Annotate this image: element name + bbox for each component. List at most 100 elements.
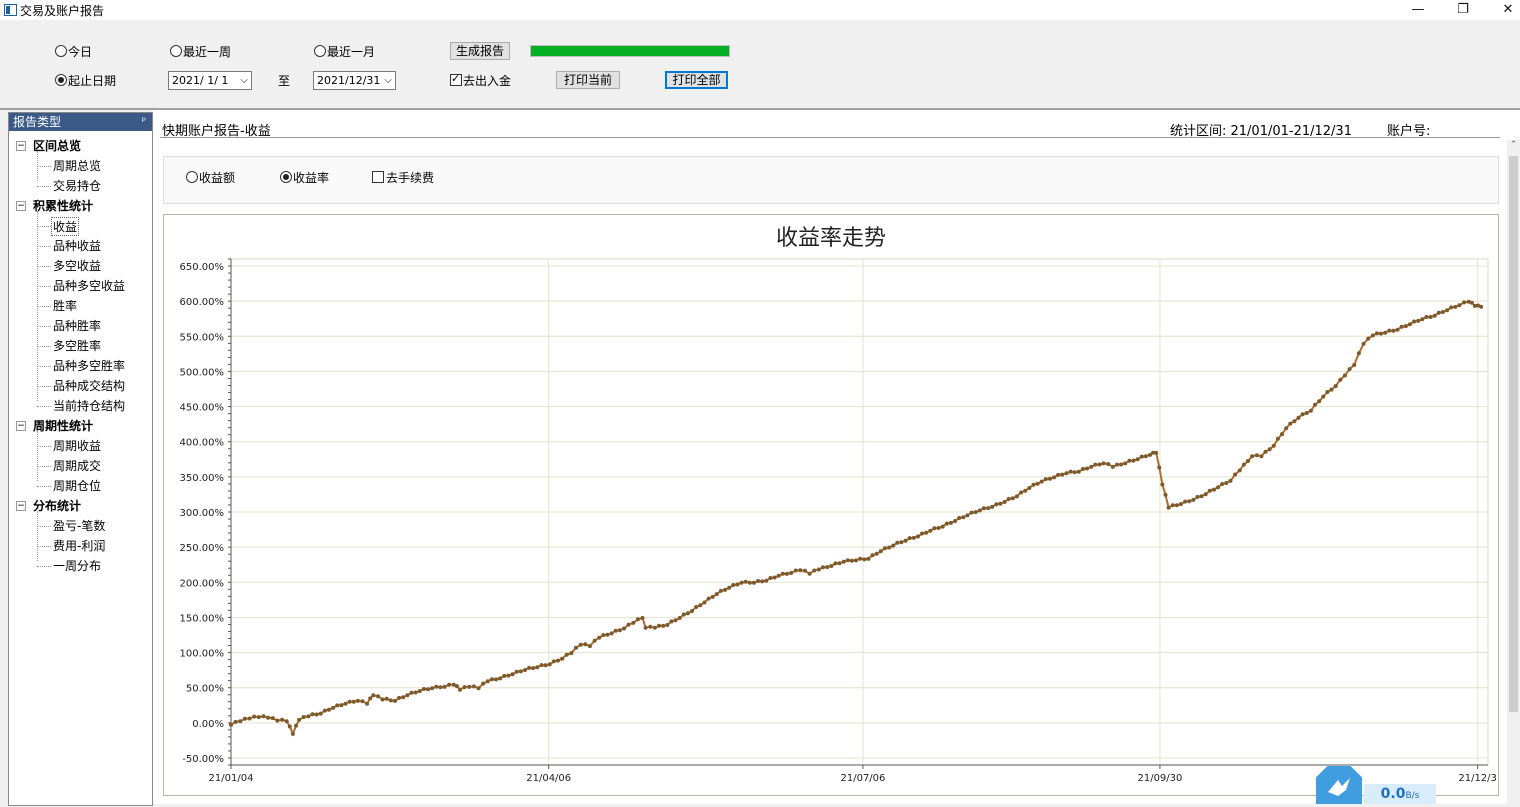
data-point [1352,363,1357,367]
data-point [1366,336,1371,341]
data-point [434,684,439,689]
data-point [1300,412,1305,417]
chart-options-box [163,156,1499,204]
data-point [965,513,970,518]
data-point [351,699,356,704]
data-point [1110,464,1115,469]
data-point [1228,478,1233,483]
tree-item[interactable]: 周期收益 [53,437,101,454]
tree-group[interactable]: 分布统计 [33,497,81,514]
print-all-button[interactable]: 打印全部 [665,71,728,89]
data-point [535,665,540,670]
range-week-label: 最近一周 [183,45,232,59]
tree-item[interactable]: 周期成交 [53,457,101,474]
tree-group[interactable]: 积累性统计 [33,197,93,214]
print-current-button[interactable]: 打印当前 [556,71,620,89]
data-point [1296,415,1301,420]
tree-item[interactable]: 品种胜率 [53,317,101,334]
data-point [907,536,912,541]
tree-connector [37,226,51,227]
tree-collapse-icon[interactable]: − [16,201,26,211]
data-point [1436,310,1441,315]
data-point [635,617,640,622]
y-tick-label: 250.00% [180,543,225,554]
tree-item[interactable]: 多空胜率 [53,337,101,354]
y-tick-label: 50.00% [186,684,224,695]
tree-collapse-icon[interactable]: − [16,141,26,151]
opt-rate-radio[interactable] [280,171,292,183]
data-point [1237,468,1242,473]
data-point [1432,313,1437,318]
data-point [510,672,515,677]
data-point [1035,481,1040,486]
tree-item[interactable]: 品种多空收益 [53,277,125,294]
tree-collapse-icon[interactable]: − [16,501,26,511]
tree-item[interactable]: 周期总览 [53,157,101,174]
data-point [780,571,785,576]
tree-item[interactable]: 品种成交结构 [53,377,125,394]
network-speed-widget[interactable]: 0.0B/s [1316,766,1436,804]
generate-report-button[interactable]: 生成报告 [450,42,510,60]
data-point [1010,496,1015,501]
data-point [643,625,648,630]
remove-deposit-checkbox[interactable] [450,72,462,86]
tree-item[interactable]: 盈亏-笔数 [53,517,105,534]
tree-item[interactable]: 多空收益 [53,257,101,274]
data-point [380,697,385,702]
range-custom-radio[interactable] [55,74,67,86]
tree-group[interactable]: 周期性统计 [33,417,93,434]
data-point [242,716,247,721]
data-point [994,502,999,507]
minimize-button[interactable]: — [1395,0,1441,20]
tree-item[interactable]: 品种收益 [53,237,101,254]
data-point [1292,419,1297,424]
range-month-radio[interactable] [314,45,326,57]
restore-button[interactable]: ❐ [1440,0,1486,20]
data-point [882,546,887,551]
data-point [1027,486,1032,490]
data-point [1246,459,1250,463]
data-point [953,519,958,523]
tree-item[interactable]: 费用-利润 [53,537,105,554]
tree-item[interactable]: 收益 [51,217,80,236]
tree-item[interactable]: 品种多空胜率 [53,357,125,374]
y-tick-label: 350.00% [180,473,225,484]
tree-item[interactable]: 一周分布 [53,557,101,574]
tree-collapse-icon[interactable]: − [16,421,26,431]
data-point [841,559,846,564]
scrollbar-thumb[interactable] [1509,156,1518,712]
start-date-picker[interactable]: 2021/ 1/ 1 ⌵ [168,71,252,90]
tree-item[interactable]: 当前持仓结构 [53,397,125,414]
tree-item[interactable]: 胜率 [53,297,77,314]
opt-amount-radio[interactable] [186,171,198,183]
data-point [756,579,761,583]
tree-item[interactable]: 交易持仓 [53,177,101,194]
range-today-radio[interactable] [55,45,67,57]
scroll-up-icon[interactable]: ⌃ [1507,140,1520,154]
range-week-radio[interactable] [170,45,182,57]
tree-item[interactable]: 周期仓位 [53,477,101,494]
data-point [1453,304,1458,309]
data-point [626,622,631,627]
pin-icon[interactable]: ᵖ [142,113,146,131]
end-date-picker[interactable]: 2021/12/31 ⌵ [313,71,396,90]
data-point [743,579,748,584]
data-point [727,585,732,590]
data-point [564,652,569,657]
chart-grid [230,258,1489,766]
data-point [793,568,798,573]
data-point [609,631,614,636]
title-bar: 交易及账户报告 — ❐ ✕ [0,0,1520,20]
tree-connector [37,386,51,387]
y-axis: 650.00% 600.00% 550.00% 500.00% 450.00% 400.0… [180,258,232,766]
chart-title: 收益率走势 [776,226,886,251]
close-button[interactable]: ✕ [1485,0,1520,20]
tree-group[interactable]: 区间总览 [33,137,81,154]
opt-fee-checkbox[interactable] [372,171,384,183]
data-point [467,684,472,689]
data-point [229,722,233,727]
data-point [462,685,467,690]
data-point [252,714,257,719]
data-point [944,521,949,526]
data-point [772,575,777,580]
